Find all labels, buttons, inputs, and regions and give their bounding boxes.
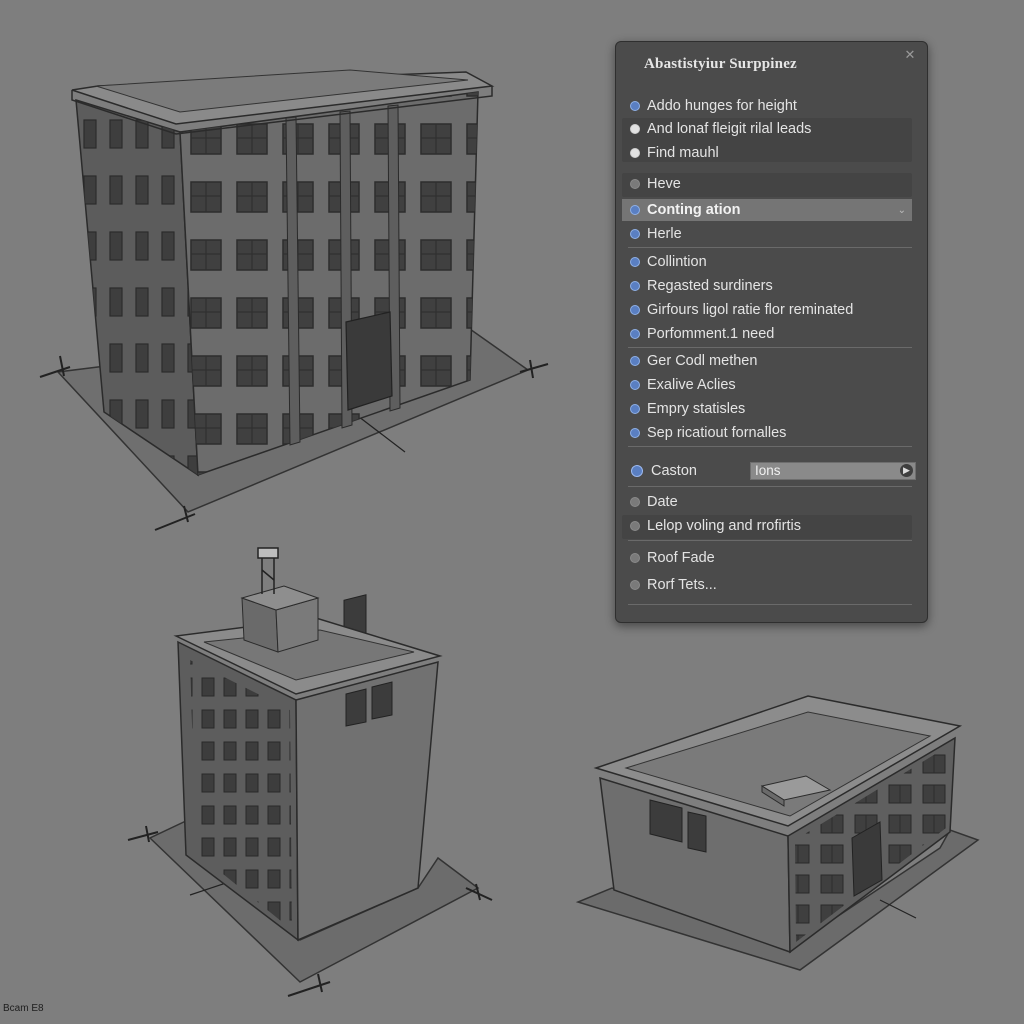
list-item[interactable]: Herle: [622, 223, 912, 245]
list-item[interactable]: Ger Codl methen: [622, 350, 912, 372]
list-item[interactable]: Rorf Tets...: [622, 574, 912, 596]
divider: [628, 446, 912, 447]
divider: [628, 486, 912, 487]
divider: [628, 604, 912, 605]
caston-field: Caston Ions ▶: [622, 459, 916, 483]
radio-icon[interactable]: [630, 179, 640, 189]
list-item[interactable]: Collintion: [622, 251, 912, 273]
radio-icon[interactable]: [630, 580, 640, 590]
list-item[interactable]: Porfomment.1 need: [622, 323, 912, 345]
list-item[interactable]: Date: [622, 491, 912, 513]
chevron-down-icon[interactable]: ⌄: [898, 205, 906, 216]
checkbox-icon[interactable]: [630, 101, 640, 111]
divider: [628, 540, 912, 541]
radio-icon[interactable]: [630, 124, 640, 134]
building-model-tall[interactable]: [39, 69, 549, 531]
divider: [628, 247, 912, 248]
list-item[interactable]: Girfours ligol ratie flor reminated: [622, 299, 912, 321]
radio-icon[interactable]: [630, 497, 640, 507]
list-item[interactable]: Sep ricatiout fornalles: [622, 422, 912, 444]
checkbox-icon[interactable]: [630, 305, 640, 315]
checkbox-icon[interactable]: [630, 257, 640, 267]
close-icon[interactable]: ✕: [903, 48, 917, 62]
checkbox-icon[interactable]: [630, 329, 640, 339]
divider: [628, 347, 912, 348]
checkbox-icon[interactable]: [630, 380, 640, 390]
list-item[interactable]: Addo hunges for height: [622, 95, 912, 117]
panel-title: Abastistyiur Surppinez: [644, 56, 797, 72]
status-text: Bcam E8: [3, 1003, 44, 1014]
list-item[interactable]: Find mauhl: [622, 142, 912, 164]
checkbox-icon[interactable]: [630, 356, 640, 366]
info-icon: [631, 465, 643, 477]
checkbox-icon[interactable]: [630, 229, 640, 239]
checkbox-icon[interactable]: [630, 281, 640, 291]
checkbox-icon[interactable]: [630, 404, 640, 414]
list-item[interactable]: Empry statisles: [622, 398, 912, 420]
field-label: Caston: [651, 463, 697, 479]
radio-icon[interactable]: [630, 148, 640, 158]
list-item[interactable]: Roof Fade: [622, 547, 912, 569]
list-item[interactable]: Regasted surdiners: [622, 275, 912, 297]
checkbox-icon[interactable]: [630, 428, 640, 438]
checkbox-icon[interactable]: [630, 205, 640, 215]
list-item[interactable]: Exalive Aclies: [622, 374, 912, 396]
radio-icon[interactable]: [630, 553, 640, 563]
dropdown-value: Ions: [755, 463, 781, 478]
properties-panel: Abastistyiur Surppinez ✕ Addo hunges for…: [615, 41, 928, 623]
building-model-low[interactable]: [575, 695, 980, 971]
radio-icon[interactable]: [630, 521, 640, 531]
list-item[interactable]: Heve: [622, 173, 912, 195]
caston-dropdown[interactable]: Ions ▶: [750, 462, 916, 480]
building-model-tower[interactable]: [127, 547, 493, 997]
list-item[interactable]: Lelop voling and rrofirtis: [622, 515, 912, 537]
list-item[interactable]: And lonaf fleigit rilal leads: [622, 118, 912, 140]
list-item-selected[interactable]: Conting ation ⌄: [622, 199, 912, 221]
dropdown-arrow-icon[interactable]: ▶: [900, 464, 913, 477]
